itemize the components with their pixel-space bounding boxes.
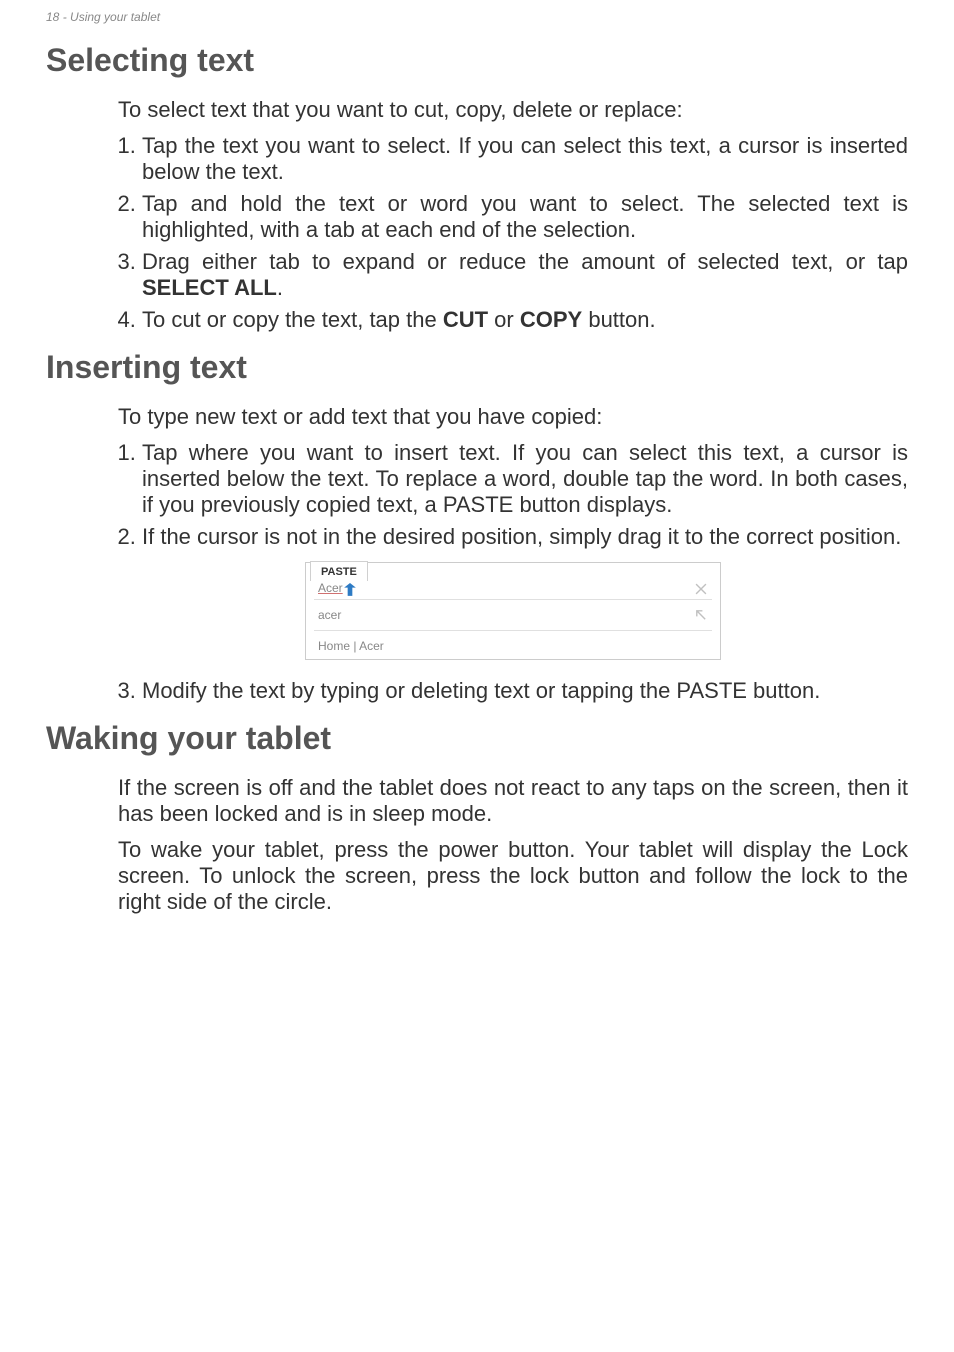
selecting-step3-pre: Drag either tab to expand or reduce the … bbox=[142, 249, 908, 274]
clear-icon bbox=[694, 582, 708, 596]
selecting-body: To select text that you want to cut, cop… bbox=[118, 97, 908, 333]
selecting-step4-pre: To cut or copy the text, tap the bbox=[142, 307, 443, 332]
inserting-step-2: If the cursor is not in the desired posi… bbox=[142, 524, 908, 550]
page-header: 18 - Using your tablet bbox=[46, 10, 908, 24]
suggestion-2-text: Home | Acer bbox=[318, 639, 384, 653]
inserting-step-1: Tap where you want to insert text. If yo… bbox=[142, 440, 908, 518]
paste-example-figure: PASTE Acer acer bbox=[305, 562, 721, 660]
inserting-body: To type new text or add text that you ha… bbox=[118, 404, 908, 704]
paste-input-row: PASTE Acer bbox=[306, 563, 720, 599]
selecting-step4-post: button. bbox=[582, 307, 655, 332]
heading-inserting-text: Inserting text bbox=[46, 349, 908, 386]
selecting-step-3: Drag either tab to expand or reduce the … bbox=[142, 249, 908, 301]
paste-input-line: Acer bbox=[306, 563, 720, 599]
heading-selecting-text: Selecting text bbox=[46, 42, 908, 79]
selecting-step-4: To cut or copy the text, tap the CUT or … bbox=[142, 307, 908, 333]
selecting-step4-bold2: COPY bbox=[520, 307, 582, 332]
suggestion-row-2: Home | Acer bbox=[306, 631, 720, 659]
paste-input-text: Acer bbox=[318, 581, 343, 595]
selecting-steps: Tap the text you want to select. If you … bbox=[118, 133, 908, 333]
inserting-steps-part1: Tap where you want to insert text. If yo… bbox=[118, 440, 908, 550]
waking-paragraph-1: If the screen is off and the tablet does… bbox=[118, 775, 908, 827]
header-section: Using your tablet bbox=[70, 10, 160, 24]
selecting-step3-post: . bbox=[277, 275, 283, 300]
selecting-step-1: Tap the text you want to select. If you … bbox=[142, 133, 908, 185]
selecting-intro: To select text that you want to cut, cop… bbox=[118, 97, 908, 123]
heading-waking-tablet: Waking your tablet bbox=[46, 720, 908, 757]
insert-arrow-icon bbox=[694, 608, 708, 622]
text-cursor-icon bbox=[344, 583, 356, 597]
inserting-steps-part2: Modify the text by typing or deleting te… bbox=[118, 678, 908, 704]
suggestion-1-text: acer bbox=[318, 608, 341, 622]
page-container: 18 - Using your tablet Selecting text To… bbox=[0, 0, 954, 1352]
paste-popup-label: PASTE bbox=[310, 561, 368, 581]
selecting-step4-bold1: CUT bbox=[443, 307, 488, 332]
selecting-step4-mid: or bbox=[488, 307, 520, 332]
inserting-step-3: Modify the text by typing or deleting te… bbox=[142, 678, 908, 704]
selecting-step3-bold: SELECT ALL bbox=[142, 275, 277, 300]
suggestion-row-1: acer bbox=[306, 600, 720, 630]
waking-body: If the screen is off and the tablet does… bbox=[118, 775, 908, 915]
waking-paragraph-2: To wake your tablet, press the power but… bbox=[118, 837, 908, 915]
inserting-intro: To type new text or add text that you ha… bbox=[118, 404, 908, 430]
page-number: 18 bbox=[46, 10, 59, 24]
selecting-step-2: Tap and hold the text or word you want t… bbox=[142, 191, 908, 243]
